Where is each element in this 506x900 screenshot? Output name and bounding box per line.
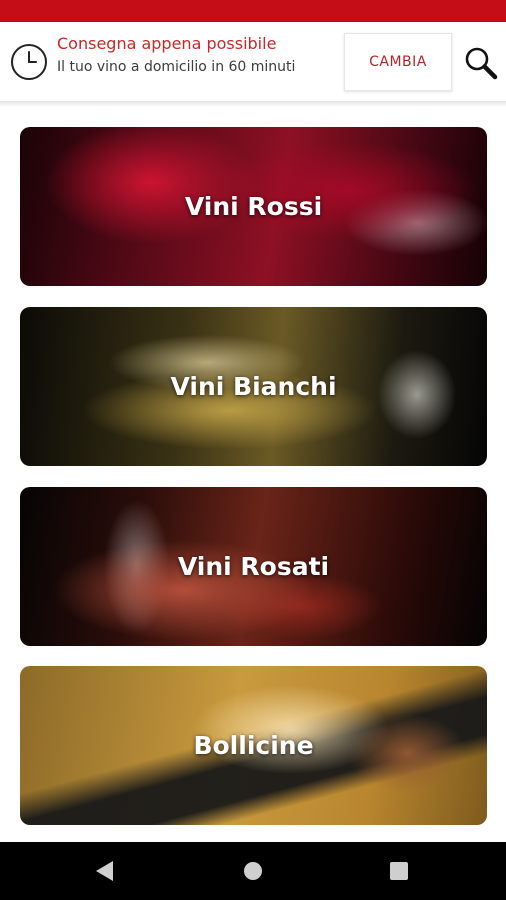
- category-card-vini-bianchi[interactable]: Vini Bianchi: [20, 307, 487, 466]
- delivery-title[interactable]: Consegna appena possibile: [57, 34, 276, 53]
- header-divider: [0, 101, 506, 107]
- category-label: Vini Rossi: [184, 192, 323, 221]
- clock-icon: [11, 44, 47, 80]
- change-delivery-button[interactable]: CAMBIA: [344, 33, 452, 91]
- change-button-label: CAMBIA: [369, 54, 427, 70]
- home-icon[interactable]: [235, 853, 271, 889]
- system-nav-bar: [0, 842, 506, 900]
- category-label: Vini Rosati: [177, 552, 330, 581]
- category-card-vini-rosati[interactable]: Vini Rosati: [20, 487, 487, 646]
- status-bar: [0, 0, 506, 22]
- search-icon[interactable]: [463, 45, 499, 81]
- category-card-bollicine[interactable]: Bollicine: [20, 666, 487, 825]
- recents-icon[interactable]: [381, 853, 417, 889]
- delivery-subtitle[interactable]: Il tuo vino a domicilio in 60 minuti: [57, 59, 295, 75]
- category-label: Bollicine: [193, 731, 314, 760]
- category-label: Vini Bianchi: [170, 372, 337, 401]
- back-icon[interactable]: [87, 853, 123, 889]
- category-card-vini-rossi[interactable]: Vini Rossi: [20, 127, 487, 286]
